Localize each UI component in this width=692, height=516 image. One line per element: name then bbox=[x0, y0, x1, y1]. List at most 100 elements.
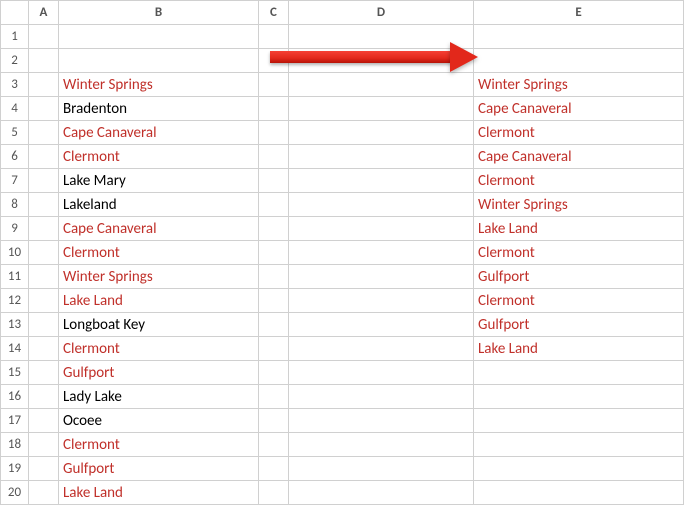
cell-E1[interactable] bbox=[474, 25, 684, 49]
cell-E4[interactable]: Cape Canaveral bbox=[474, 97, 684, 121]
row-header-15[interactable]: 15 bbox=[1, 361, 29, 385]
cell-B1[interactable] bbox=[59, 25, 259, 49]
cell-B8[interactable]: Lakeland bbox=[59, 193, 259, 217]
cell-A8[interactable] bbox=[29, 193, 59, 217]
cell-A9[interactable] bbox=[29, 217, 59, 241]
cell-C19[interactable] bbox=[259, 457, 289, 481]
spreadsheet-grid[interactable]: A B C D E 1 2 Destinations Valeurs en do… bbox=[0, 0, 684, 505]
col-header-D[interactable]: D bbox=[289, 1, 474, 25]
cell-B12[interactable]: Lake Land bbox=[59, 289, 259, 313]
cell-A19[interactable] bbox=[29, 457, 59, 481]
duplicates-header[interactable]: Valeurs en double bbox=[474, 49, 684, 73]
row-header-11[interactable]: 11 bbox=[1, 265, 29, 289]
cell-E14[interactable]: Lake Land bbox=[474, 337, 684, 361]
cell-A12[interactable] bbox=[29, 289, 59, 313]
cell-B10[interactable]: Clermont bbox=[59, 241, 259, 265]
cell-C2[interactable] bbox=[259, 49, 289, 73]
cell-D4[interactable] bbox=[289, 97, 474, 121]
row-header-18[interactable]: 18 bbox=[1, 433, 29, 457]
row-header-9[interactable]: 9 bbox=[1, 217, 29, 241]
cell-E19[interactable] bbox=[474, 457, 684, 481]
cell-D8[interactable] bbox=[289, 193, 474, 217]
cell-C4[interactable] bbox=[259, 97, 289, 121]
col-header-C[interactable]: C bbox=[259, 1, 289, 25]
row-header-4[interactable]: 4 bbox=[1, 97, 29, 121]
cell-B9[interactable]: Cape Canaveral bbox=[59, 217, 259, 241]
cell-C20[interactable] bbox=[259, 481, 289, 505]
cell-E11[interactable]: Gulfport bbox=[474, 265, 684, 289]
row-header-3[interactable]: 3 bbox=[1, 73, 29, 97]
cell-D17[interactable] bbox=[289, 409, 474, 433]
cell-B13[interactable]: Longboat Key bbox=[59, 313, 259, 337]
cell-C10[interactable] bbox=[259, 241, 289, 265]
row-header-10[interactable]: 10 bbox=[1, 241, 29, 265]
row-header-14[interactable]: 14 bbox=[1, 337, 29, 361]
cell-B15[interactable]: Gulfport bbox=[59, 361, 259, 385]
cell-A13[interactable] bbox=[29, 313, 59, 337]
cell-A4[interactable] bbox=[29, 97, 59, 121]
cell-C15[interactable] bbox=[259, 361, 289, 385]
cell-E12[interactable]: Clermont bbox=[474, 289, 684, 313]
cell-B6[interactable]: Clermont bbox=[59, 145, 259, 169]
destinations-header[interactable]: Destinations bbox=[59, 49, 259, 73]
row-header-13[interactable]: 13 bbox=[1, 313, 29, 337]
cell-C8[interactable] bbox=[259, 193, 289, 217]
cell-C16[interactable] bbox=[259, 385, 289, 409]
cell-A20[interactable] bbox=[29, 481, 59, 505]
cell-E8[interactable]: Winter Springs bbox=[474, 193, 684, 217]
cell-E6[interactable]: Cape Canaveral bbox=[474, 145, 684, 169]
cell-B11[interactable]: Winter Springs bbox=[59, 265, 259, 289]
cell-D15[interactable] bbox=[289, 361, 474, 385]
cell-A5[interactable] bbox=[29, 121, 59, 145]
cell-A7[interactable] bbox=[29, 169, 59, 193]
cell-D3[interactable] bbox=[289, 73, 474, 97]
cell-A10[interactable] bbox=[29, 241, 59, 265]
col-header-A[interactable]: A bbox=[29, 1, 59, 25]
cell-C5[interactable] bbox=[259, 121, 289, 145]
cell-A17[interactable] bbox=[29, 409, 59, 433]
cell-A2[interactable] bbox=[29, 49, 59, 73]
cell-D16[interactable] bbox=[289, 385, 474, 409]
cell-C13[interactable] bbox=[259, 313, 289, 337]
cell-E17[interactable] bbox=[474, 409, 684, 433]
cell-B3[interactable]: Winter Springs bbox=[59, 73, 259, 97]
cell-A1[interactable] bbox=[29, 25, 59, 49]
cell-D7[interactable] bbox=[289, 169, 474, 193]
cell-B20[interactable]: Lake Land bbox=[59, 481, 259, 505]
cell-E13[interactable]: Gulfport bbox=[474, 313, 684, 337]
cell-E5[interactable]: Clermont bbox=[474, 121, 684, 145]
row-header-16[interactable]: 16 bbox=[1, 385, 29, 409]
row-header-8[interactable]: 8 bbox=[1, 193, 29, 217]
row-header-5[interactable]: 5 bbox=[1, 121, 29, 145]
cell-C9[interactable] bbox=[259, 217, 289, 241]
col-header-B[interactable]: B bbox=[59, 1, 259, 25]
cell-E10[interactable]: Clermont bbox=[474, 241, 684, 265]
cell-E9[interactable]: Lake Land bbox=[474, 217, 684, 241]
row-header-17[interactable]: 17 bbox=[1, 409, 29, 433]
cell-D11[interactable] bbox=[289, 265, 474, 289]
col-header-E[interactable]: E bbox=[474, 1, 684, 25]
cell-D10[interactable] bbox=[289, 241, 474, 265]
cell-D14[interactable] bbox=[289, 337, 474, 361]
cell-E15[interactable] bbox=[474, 361, 684, 385]
cell-D9[interactable] bbox=[289, 217, 474, 241]
cell-D13[interactable] bbox=[289, 313, 474, 337]
cell-C18[interactable] bbox=[259, 433, 289, 457]
cell-B16[interactable]: Lady Lake bbox=[59, 385, 259, 409]
row-header-2[interactable]: 2 bbox=[1, 49, 29, 73]
cell-D20[interactable] bbox=[289, 481, 474, 505]
cell-D18[interactable] bbox=[289, 433, 474, 457]
cell-C7[interactable] bbox=[259, 169, 289, 193]
cell-C11[interactable] bbox=[259, 265, 289, 289]
cell-B19[interactable]: Gulfport bbox=[59, 457, 259, 481]
row-header-20[interactable]: 20 bbox=[1, 481, 29, 505]
cell-C6[interactable] bbox=[259, 145, 289, 169]
cell-E16[interactable] bbox=[474, 385, 684, 409]
cell-C1[interactable] bbox=[259, 25, 289, 49]
cell-A18[interactable] bbox=[29, 433, 59, 457]
row-header-12[interactable]: 12 bbox=[1, 289, 29, 313]
cell-B5[interactable]: Cape Canaveral bbox=[59, 121, 259, 145]
cell-A6[interactable] bbox=[29, 145, 59, 169]
cell-C17[interactable] bbox=[259, 409, 289, 433]
cell-E3[interactable]: Winter Springs bbox=[474, 73, 684, 97]
